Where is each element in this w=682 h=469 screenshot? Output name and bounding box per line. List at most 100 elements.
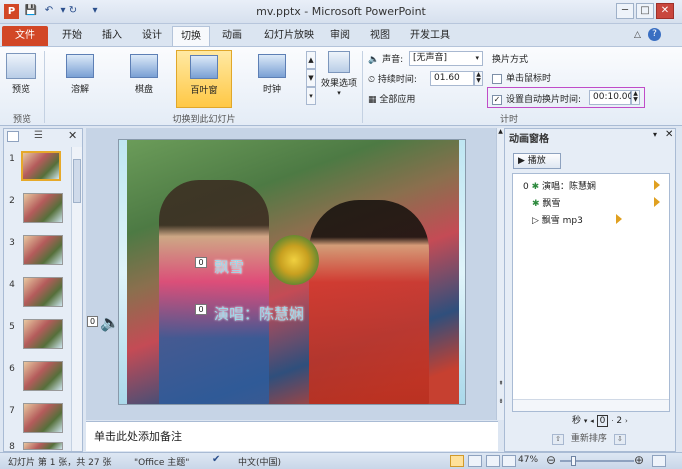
close-pane-icon[interactable]: ✕ [665, 129, 673, 140]
audio-speaker-icon[interactable]: 🔈 [100, 313, 120, 332]
tab-transitions[interactable]: 切换 [172, 26, 210, 46]
chevron-down-icon: ▾ [337, 89, 341, 97]
theme-status: "Office 主题" [134, 458, 190, 468]
zoom-in-icon[interactable]: ⊕ [634, 453, 644, 467]
preview-icon [6, 53, 36, 79]
animation-list: 0 ✱ 演唱：陈慧娴 ✱ 飘雪 ▷ 飘雪 mp3 [512, 173, 670, 412]
normal-view-icon[interactable] [450, 455, 464, 467]
animation-marker[interactable]: 0 [195, 304, 207, 315]
animation-item[interactable]: ✱ 飘雪 [532, 196, 560, 209]
slide-thumbnail[interactable] [23, 235, 63, 265]
effect-options-icon [328, 51, 350, 73]
tab-review[interactable]: 审阅 [322, 26, 358, 46]
maximize-button[interactable]: □ [636, 3, 654, 19]
transition-clock[interactable]: 时钟 [244, 50, 300, 108]
slide-number: 6 [9, 364, 15, 374]
ribbon-minimize-icon[interactable]: △ [634, 30, 641, 40]
timeline-mid-icon: · [611, 417, 614, 425]
slide-thumbnail[interactable] [23, 442, 63, 450]
timeline-left-icon[interactable]: ◂ [590, 417, 594, 425]
apply-to-all-button[interactable]: ▦ 全部应用 [368, 92, 415, 105]
pane-options-icon[interactable]: ▾ [653, 130, 657, 139]
auto-advance-spinner[interactable]: ▲ ▼ [631, 90, 640, 105]
gallery-more-icon[interactable]: ▾ [306, 87, 316, 105]
slide-thumbnail[interactable] [23, 277, 63, 307]
slide-title-text[interactable]: 飘雪 [214, 256, 244, 277]
notes-placeholder: 单击此处添加备注 [94, 430, 182, 443]
tab-home[interactable]: 开始 [54, 26, 90, 46]
animation-marker[interactable]: 0 [87, 316, 98, 327]
scrollbar-thumb[interactable] [73, 159, 81, 203]
move-up-icon[interactable]: ⇧ [552, 434, 564, 445]
outline-tab-icon[interactable]: ☰ [34, 130, 43, 141]
slide-number: 7 [9, 406, 15, 416]
reading-view-icon[interactable] [486, 455, 500, 467]
slide-subtitle-text[interactable]: 演唱：陈慧娴 [214, 303, 304, 324]
notes-pane[interactable]: 单击此处添加备注 [86, 421, 498, 451]
slide-edge-decoration [119, 140, 127, 404]
duration-spinner[interactable]: ▲ ▼ [474, 71, 483, 86]
tab-design[interactable]: 设计 [134, 26, 170, 46]
preview-button[interactable]: 预览 [4, 53, 38, 95]
transition-dissolve[interactable]: 溶解 [52, 50, 108, 108]
timeline-start: 0 [596, 415, 609, 427]
tab-developer[interactable]: 开发工具 [402, 26, 458, 46]
star-effect-icon: ✱ [531, 182, 540, 192]
slideshow-view-icon[interactable] [502, 455, 516, 467]
group-separator [44, 51, 45, 123]
zoom-level[interactable]: 47% [518, 455, 538, 465]
auto-advance-time-input[interactable]: 00:10.00 [589, 90, 633, 105]
close-panel-icon[interactable]: ✕ [68, 129, 77, 142]
star-effect-icon: ✱ [532, 199, 540, 209]
language-status[interactable]: 中文(中国) [238, 455, 281, 468]
tab-insert[interactable]: 插入 [94, 26, 130, 46]
spelling-check-icon[interactable]: ✔ [212, 454, 220, 465]
gallery-scroll-up-icon[interactable]: ▲ [306, 51, 316, 69]
help-icon[interactable]: ? [648, 28, 661, 41]
timeline-right-icon[interactable]: › [625, 417, 628, 425]
timing-group-label: 计时 [499, 115, 518, 125]
clock-icon [258, 54, 286, 78]
slide-sorter-icon[interactable] [468, 455, 482, 467]
sound-dropdown[interactable]: [无声音] ▾ [409, 51, 483, 66]
effect-options-button[interactable]: 效果选项 ▾ [318, 51, 360, 97]
fit-to-window-icon[interactable] [652, 455, 666, 467]
auto-advance-checkbox[interactable]: ✓ 设置自动换片时间: [492, 92, 581, 105]
zoom-out-icon[interactable]: ⊖ [546, 453, 556, 467]
on-mouse-click-checkbox[interactable]: 单击鼠标时 [492, 71, 551, 84]
slides-tab-icon[interactable] [7, 131, 19, 142]
play-button[interactable]: ▶ 播放 [513, 153, 561, 169]
animation-item[interactable]: 0 ✱ 演唱：陈慧娴 [523, 179, 596, 192]
slides-scrollbar[interactable] [71, 147, 82, 451]
slide-thumbnail[interactable] [23, 361, 63, 391]
transition-blinds[interactable]: 百叶窗 [176, 50, 232, 108]
slide-thumbnail[interactable] [21, 151, 61, 181]
sound-control: 🔈 声音: [368, 55, 404, 65]
minimize-button[interactable]: ─ [616, 3, 634, 19]
animation-marker[interactable]: 0 [195, 257, 207, 268]
close-button[interactable]: ✕ [656, 3, 674, 19]
slide-scrollbar[interactable]: ▲ ⇞ ⇟ [496, 128, 504, 420]
apply-all-icon: ▦ [368, 95, 377, 105]
tab-view[interactable]: 视图 [362, 26, 398, 46]
slide-canvas[interactable] [118, 139, 466, 405]
animation-list-scrollbar[interactable] [513, 399, 669, 411]
slide-number: 1 [9, 154, 15, 164]
dissolve-icon [66, 54, 94, 78]
tab-file[interactable]: 文件 [2, 26, 48, 46]
checkerboard-icon [130, 54, 158, 78]
tab-slideshow[interactable]: 幻灯片放映 [256, 26, 322, 46]
tab-animations[interactable]: 动画 [214, 26, 250, 46]
clock-icon: ⏲ [368, 75, 376, 85]
gallery-scroll-down-icon[interactable]: ▼ [306, 69, 316, 87]
slide-thumbnail[interactable] [23, 319, 63, 349]
move-down-icon[interactable]: ⇩ [613, 434, 626, 445]
slide-thumbnail[interactable] [23, 193, 63, 223]
slide-thumbnail[interactable] [23, 403, 63, 433]
seconds-dropdown-icon[interactable]: ▾ [584, 417, 588, 425]
zoom-slider-thumb[interactable] [571, 456, 576, 466]
duration-input[interactable]: 01.60 [430, 71, 474, 86]
scroll-up-icon[interactable]: ▲ [497, 128, 504, 135]
transition-checkerboard[interactable]: 棋盘 [116, 50, 172, 108]
animation-item[interactable]: ▷ 飘雪 mp3 [532, 213, 583, 226]
